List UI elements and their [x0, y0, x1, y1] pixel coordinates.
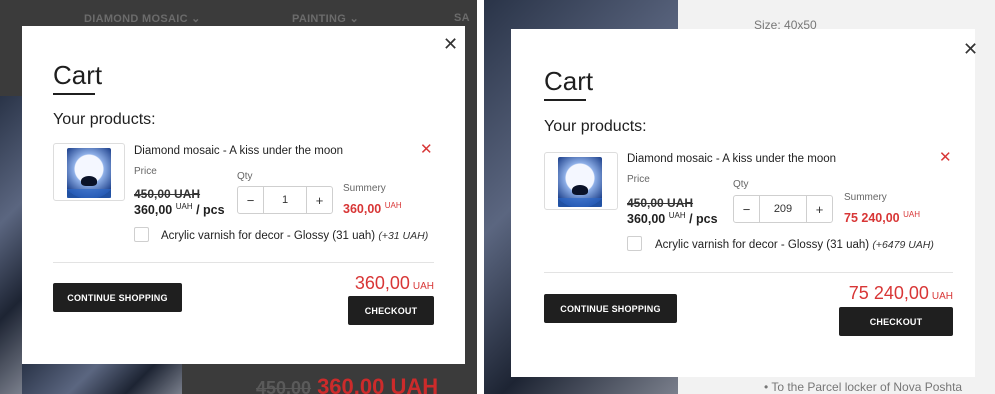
- old-price: 450,00 UAH: [627, 196, 694, 210]
- addon-text: Acrylic varnish for decor - Glossy (31 u…: [655, 239, 870, 251]
- addon-extra: (+6479 UAH): [872, 239, 934, 251]
- cart-total: 75 240,00 UAH: [811, 283, 953, 304]
- screenshot-separator: [477, 0, 484, 394]
- bg-current-price: 360.00 UAH: [317, 374, 439, 394]
- qty-input[interactable]: [264, 194, 306, 206]
- qty-increase-button[interactable]: +: [806, 196, 832, 222]
- cart-modal: ✕ Cart Your products: Diamond mosaic - A…: [511, 29, 978, 377]
- qty-label: Qty: [237, 171, 253, 182]
- unit-price-value: 360,00: [134, 203, 173, 218]
- unit-price-suffix: / pcs: [196, 203, 225, 218]
- bg-nav-label: PAINTING: [292, 13, 347, 25]
- checkout-button[interactable]: CHECKOUT: [839, 307, 953, 336]
- addon-text: Acrylic varnish for decor - Glossy (31 u…: [161, 230, 376, 242]
- product-image: [67, 148, 111, 198]
- product-image: [558, 157, 602, 207]
- summary-value: 75 240,00 UAH: [844, 210, 920, 225]
- bg-nav-painting[interactable]: PAINTING ⌄: [292, 12, 359, 25]
- addon-extra: (+31 UAH): [378, 230, 429, 242]
- bg-delivery-text: To the Parcel locker of Nova Poshta: [771, 380, 963, 394]
- products-heading: Your products:: [544, 118, 647, 135]
- quantity-stepper: − +: [237, 186, 333, 214]
- summary-label: Summery: [343, 183, 386, 194]
- chevron-down-icon: ⌄: [191, 13, 201, 25]
- total-currency: UAH: [931, 291, 953, 302]
- qty-label: Qty: [733, 179, 749, 190]
- addon-label[interactable]: Acrylic varnish for decor - Glossy (31 u…: [161, 230, 428, 242]
- bg-product-photo-bottom: [22, 364, 182, 394]
- remove-icon[interactable]: ✕: [420, 142, 433, 157]
- summary-currency: UAH: [903, 210, 920, 219]
- bg-price: 450.00 360.00 UAH: [256, 374, 438, 394]
- cart-title: Cart: [544, 66, 594, 96]
- addon-checkbox[interactable]: [134, 227, 149, 242]
- unit-price-currency: UAH: [175, 202, 193, 211]
- unit-price-currency: UAH: [668, 211, 686, 220]
- close-icon[interactable]: ✕: [443, 35, 458, 53]
- old-price: 450,00 UAH: [134, 187, 201, 201]
- unit-price: 360,00 UAH / pcs: [134, 202, 225, 217]
- summary-amount: 75 240,00: [844, 211, 900, 226]
- title-underline: [53, 93, 95, 95]
- total-amount: 75 240,00: [848, 283, 929, 303]
- bg-product-photo: [0, 96, 22, 394]
- unit-price: 360,00 UAH / pcs: [627, 211, 718, 226]
- summary-label: Summery: [844, 192, 887, 203]
- qty-input[interactable]: [760, 203, 806, 215]
- product-thumbnail[interactable]: [544, 152, 618, 210]
- close-icon[interactable]: ✕: [963, 40, 978, 58]
- cart-title: Cart: [53, 60, 103, 90]
- product-name[interactable]: Diamond mosaic - A kiss under the moon: [627, 153, 836, 165]
- product-name[interactable]: Diamond mosaic - A kiss under the moon: [134, 145, 343, 157]
- divider: [53, 262, 434, 263]
- bg-nav-diamond-mosaic[interactable]: DIAMOND MOSAIC ⌄: [84, 12, 201, 25]
- unit-price-suffix: / pcs: [689, 212, 718, 227]
- summary-currency: UAH: [384, 201, 402, 210]
- addon-label[interactable]: Acrylic varnish for decor - Glossy (31 u…: [655, 239, 934, 251]
- quantity-stepper: − +: [733, 195, 833, 223]
- chevron-down-icon: ⌄: [349, 13, 360, 25]
- product-thumbnail[interactable]: [53, 143, 125, 201]
- summary-amount: 360,00: [343, 202, 382, 217]
- total-currency: UAH: [412, 281, 434, 292]
- products-heading: Your products:: [53, 111, 156, 128]
- addon-checkbox[interactable]: [627, 236, 642, 251]
- qty-decrease-button[interactable]: −: [734, 196, 760, 222]
- unit-price-value: 360,00: [627, 212, 666, 227]
- continue-shopping-button[interactable]: CONTINUE SHOPPING: [53, 283, 182, 312]
- title-underline: [544, 99, 586, 101]
- remove-icon[interactable]: ✕: [939, 150, 952, 165]
- total-amount: 360,00: [354, 273, 410, 293]
- price-label: Price: [627, 174, 650, 185]
- checkout-button[interactable]: CHECKOUT: [348, 296, 434, 325]
- screenshot-left: DIAMOND MOSAIC ⌄ PAINTING ⌄ SA 450.00 360…: [0, 0, 477, 394]
- continue-shopping-button[interactable]: CONTINUE SHOPPING: [544, 294, 677, 323]
- screenshot-right: Size: 40x50 • To the Parcel locker of No…: [484, 0, 995, 394]
- bg-delivery-option[interactable]: • To the Parcel locker of Nova Poshta: [764, 380, 962, 394]
- bg-nav-label: DIAMOND MOSAIC: [84, 13, 188, 25]
- cart-total: 360,00 UAH: [318, 273, 434, 294]
- summary-value: 360,00 UAH: [343, 201, 402, 216]
- cart-modal: ✕ Cart Your products: Diamond mosaic - A…: [22, 26, 465, 364]
- qty-increase-button[interactable]: +: [306, 187, 332, 213]
- bg-nav-sale[interactable]: SA: [454, 12, 470, 24]
- divider: [544, 272, 953, 273]
- price-label: Price: [134, 166, 157, 177]
- bg-nav-label: SA: [454, 12, 470, 24]
- bg-old-price: 450.00: [256, 378, 312, 394]
- qty-decrease-button[interactable]: −: [238, 187, 264, 213]
